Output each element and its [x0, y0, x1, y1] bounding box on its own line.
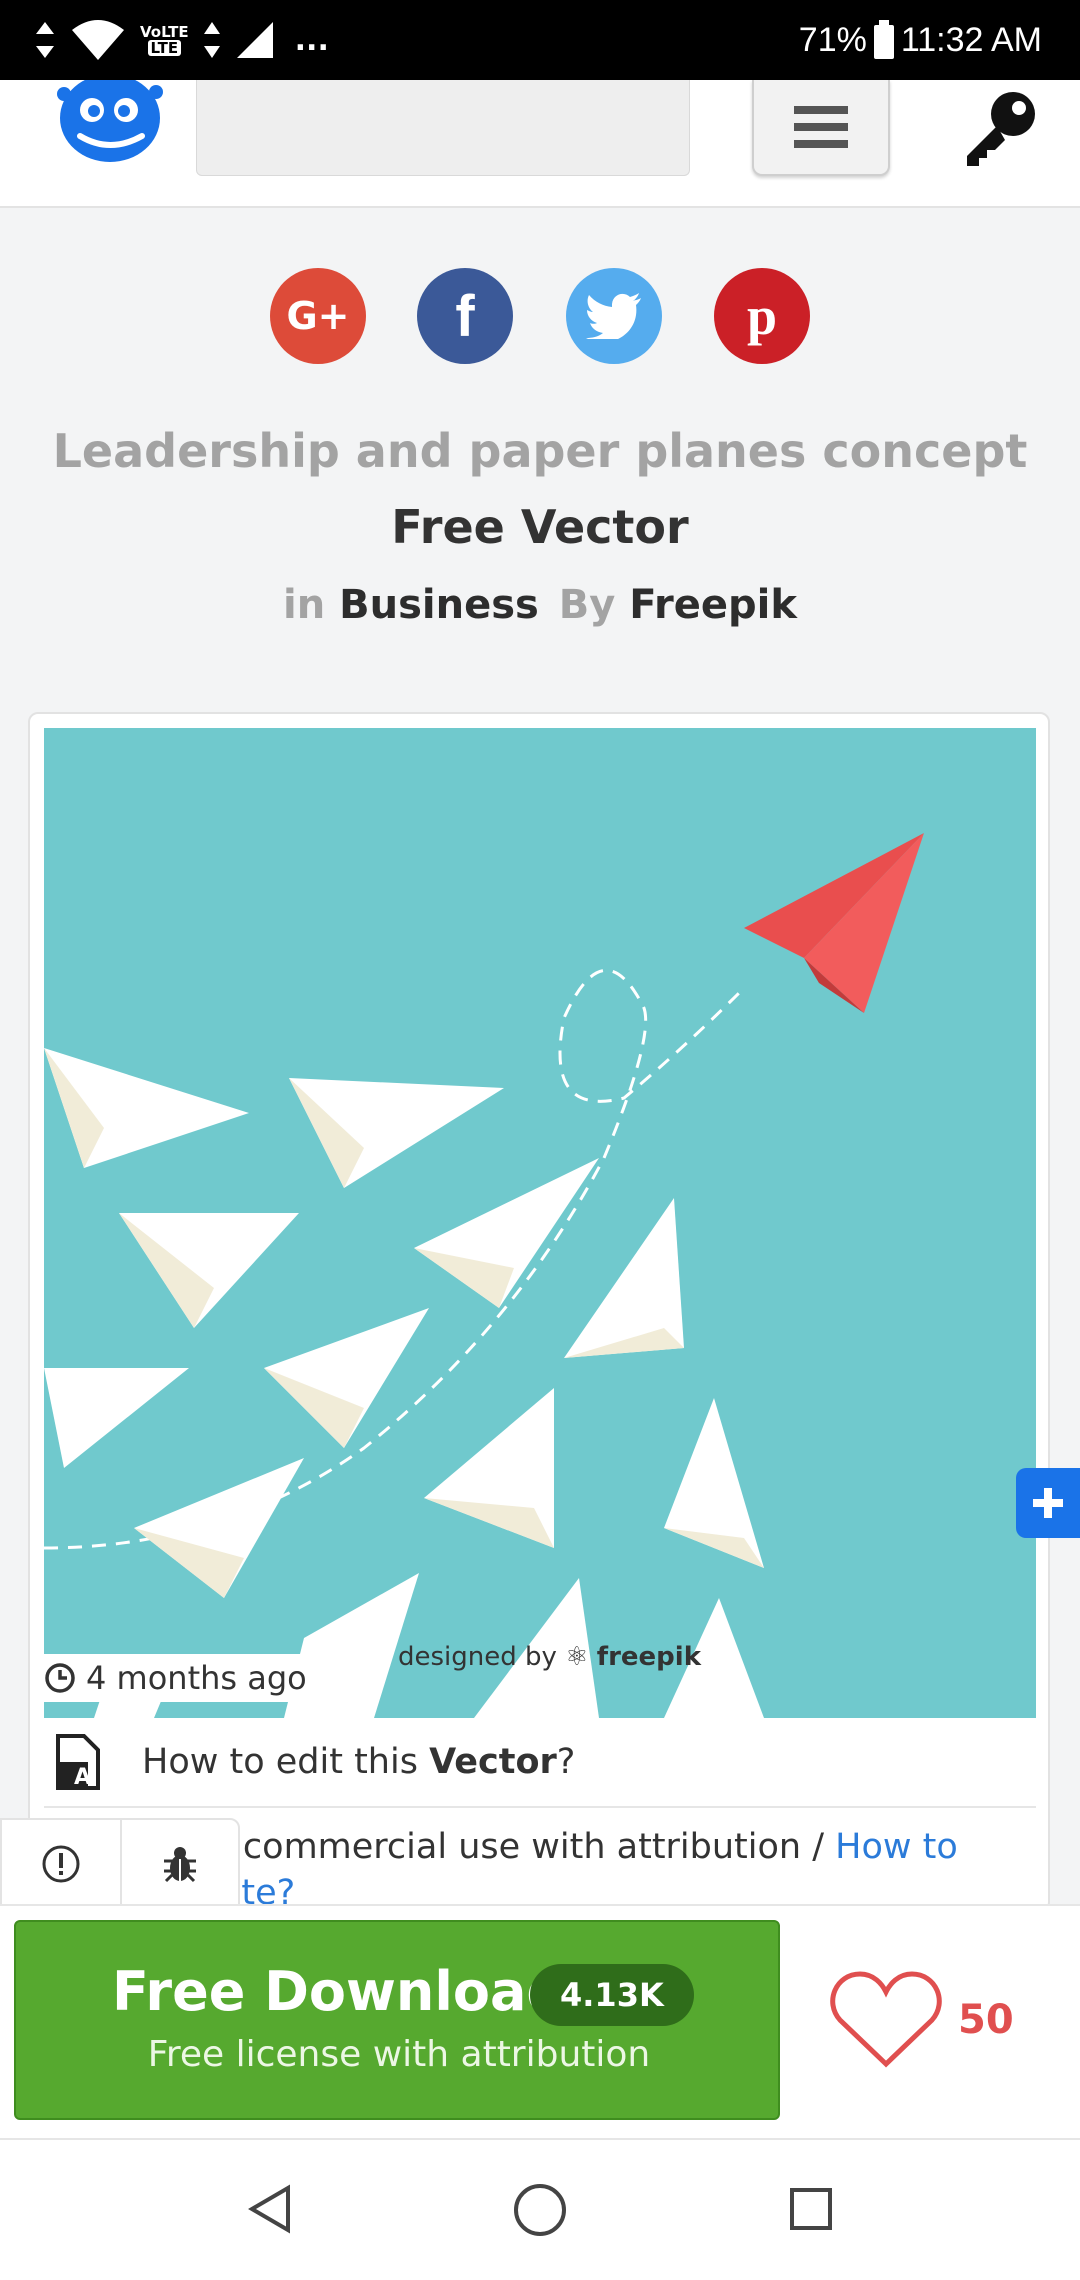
- author-link[interactable]: Freepik: [629, 582, 797, 628]
- category-link[interactable]: Business: [339, 582, 539, 628]
- twitter-icon: [586, 293, 641, 339]
- in-label: in: [283, 582, 326, 628]
- logo[interactable]: [50, 74, 168, 170]
- free-download-button[interactable]: Free Download 4.13K Free license with at…: [14, 1920, 780, 2120]
- pinterest-icon: p: [746, 286, 778, 346]
- bug-icon: [163, 1847, 196, 1883]
- resource-type: Free Vector: [391, 500, 689, 554]
- add-to-collection-button[interactable]: [1016, 1468, 1080, 1538]
- preview-image[interactable]: [44, 728, 1036, 1718]
- pinterest-share-button[interactable]: p: [714, 268, 810, 364]
- key-icon: [967, 92, 1035, 166]
- watermark-brand: freepik: [596, 1642, 701, 1672]
- exclamation-icon: [42, 1845, 80, 1883]
- publish-age: 4 months ago: [86, 1659, 307, 1697]
- menu-button[interactable]: [752, 80, 890, 176]
- heart-icon: [830, 1971, 942, 2068]
- hamburger-icon: [794, 106, 848, 148]
- back-icon[interactable]: [246, 2184, 294, 2234]
- recents-icon[interactable]: [788, 2186, 834, 2232]
- battery-icon: [873, 20, 894, 59]
- clock-icon: [45, 1663, 75, 1693]
- watermark-prefix: designed by: [398, 1642, 557, 1672]
- report-issue-button[interactable]: [2, 1820, 120, 1908]
- download-count-badge: 4.13K: [530, 1964, 694, 2026]
- svg-text:A: A: [74, 1765, 91, 1790]
- more-notifications-icon: ...: [294, 22, 329, 58]
- file-edit-icon: A: [56, 1734, 100, 1790]
- clock: 11:32 AM: [900, 20, 1042, 59]
- resource-title: Leadership and paper planes concept: [52, 424, 1028, 478]
- how-to-edit-text: How to edit this Vector?: [142, 1742, 575, 1782]
- freepik-robot-logo-icon: [57, 74, 163, 162]
- facebook-share-button[interactable]: f: [417, 268, 513, 364]
- app-header: [0, 74, 1080, 208]
- report-bug-button[interactable]: [119, 1820, 238, 1908]
- status-bar: VoLTE LTE ... 71% 11:32 AM: [0, 0, 1080, 80]
- facebook-icon: f: [455, 283, 475, 349]
- image-watermark: designed by ⚛ freepik: [398, 1642, 701, 1672]
- system-nav-bar: [0, 2140, 1080, 2280]
- resource-meta: in Business By Freepik: [0, 582, 1080, 628]
- wifi-icon: [72, 20, 124, 60]
- like-button[interactable]: 50: [830, 1960, 1050, 2080]
- download-license-label: Free license with attribution: [147, 2034, 651, 2075]
- by-label: By: [558, 582, 616, 628]
- google-plus-icon: G+: [286, 294, 350, 338]
- how-to-edit-row[interactable]: A How to edit this Vector?: [44, 1718, 1036, 1808]
- cell-signal-icon: [236, 22, 273, 58]
- battery-percent: 71%: [798, 20, 867, 59]
- report-tabs: [0, 1818, 240, 1910]
- plus-icon: [1033, 1488, 1063, 1518]
- download-label: Free Download: [112, 1960, 566, 2023]
- twitter-share-button[interactable]: [566, 268, 662, 364]
- how-to-edit-bold: Vector: [429, 1742, 557, 1782]
- publish-date: 4 months ago: [44, 1654, 325, 1702]
- freepik-watermark-logo-icon: ⚛: [565, 1642, 589, 1672]
- data-arrows-icon: [36, 22, 54, 58]
- how-to-edit-suffix: ?: [556, 1742, 576, 1782]
- google-plus-share-button[interactable]: G+: [270, 268, 366, 364]
- license-text: or commercial use with attribution /: [196, 1827, 836, 1867]
- signal-arrows-icon: [203, 22, 220, 58]
- how-to-edit-prefix: How to edit this: [142, 1742, 430, 1782]
- volte-icon: VoLTE LTE: [140, 23, 189, 57]
- search-input[interactable]: [196, 80, 690, 176]
- home-icon[interactable]: [512, 2182, 568, 2238]
- like-count: 50: [958, 1997, 1014, 2043]
- login-button[interactable]: [944, 80, 1054, 176]
- paper-planes-illustration: [44, 833, 924, 1718]
